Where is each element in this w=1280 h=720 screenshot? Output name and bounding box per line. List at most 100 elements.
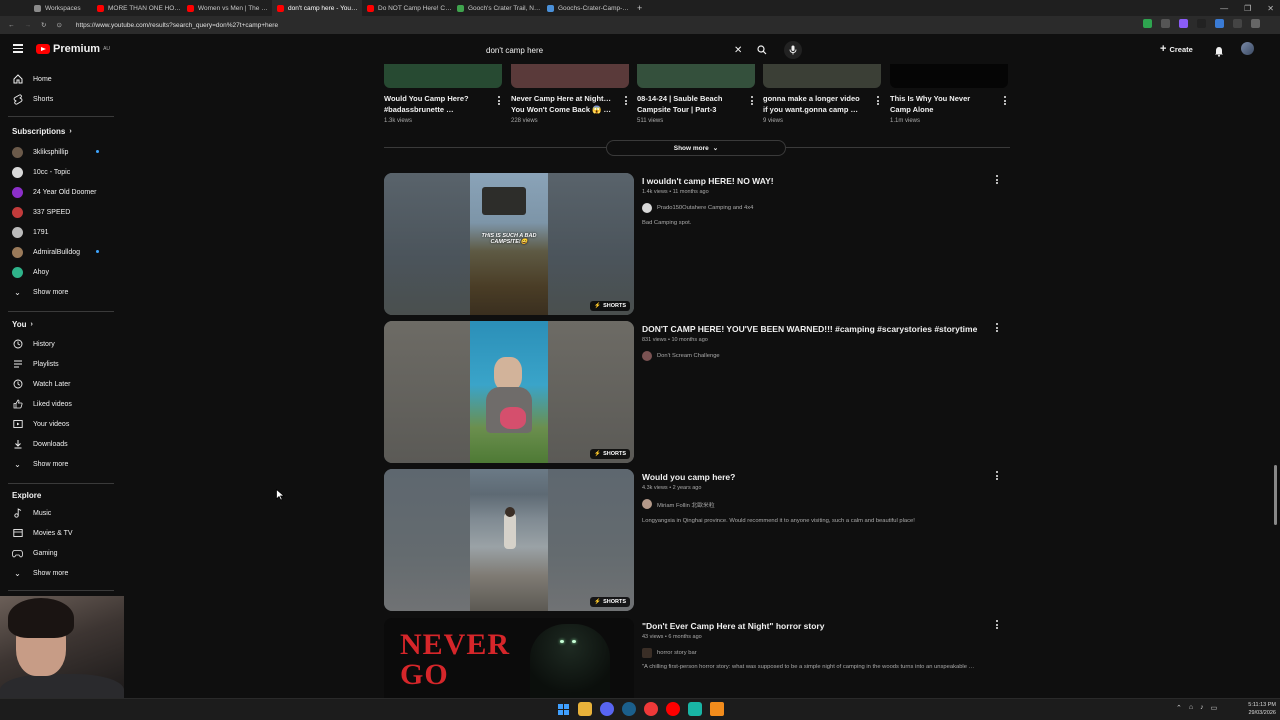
sidebar-subs-show-more[interactable]: ⌄ Show more	[0, 283, 118, 301]
more-options-icon[interactable]	[994, 471, 1000, 480]
sidebar-item-subscription[interactable]: 337 SPEED	[0, 203, 118, 221]
tray-overflow-icon[interactable]: ⌃	[1176, 704, 1182, 712]
video-title[interactable]: DON'T CAMP HERE! YOU'VE BEEN WARNED!!! #…	[642, 324, 992, 334]
sidebar-item-playlists[interactable]: Playlists	[0, 355, 118, 373]
sidebar-item-subscription[interactable]: 3kliksphillip	[0, 143, 118, 161]
video-thumbnail[interactable]: THIS IS SUCH A BAD CAMPSITE!😄 ⚡ SHORTS	[384, 173, 634, 315]
short-card[interactable]: 08-14-24 | Sauble Beach Campsite Tour | P…	[637, 64, 755, 134]
file-explorer-icon[interactable]	[578, 702, 592, 716]
short-card[interactable]: This Is Why You Never Camp Alone 1.1m vie…	[890, 64, 1008, 134]
url-field[interactable]: https://www.youtube.com/results?search_q…	[76, 22, 278, 29]
tab-youtube-1[interactable]: MORE THAN ONE HO…	[92, 0, 182, 16]
short-card[interactable]: Never Camp Here at Night… You Won't Come …	[511, 64, 629, 134]
short-card[interactable]: gonna make a longer video if you want.gon…	[763, 64, 881, 134]
forward-icon[interactable]: →	[25, 22, 32, 29]
sidebar-item-watch-later[interactable]: Watch Later	[0, 375, 118, 393]
more-options-icon[interactable]	[994, 323, 1000, 332]
tab-youtube-2[interactable]: Women vs Men | The …	[182, 0, 272, 16]
app-icon[interactable]	[688, 702, 702, 716]
steam-icon[interactable]	[622, 702, 636, 716]
sidebar-item-subscription[interactable]: 10cc - Topic	[0, 163, 118, 181]
search-button[interactable]	[753, 41, 771, 59]
short-title[interactable]: Would You Camp Here? #badassbrunette …	[384, 94, 488, 115]
short-title[interactable]: 08-14-24 | Sauble Beach Campsite Tour | P…	[637, 94, 741, 115]
tab-camp-site[interactable]: Goochs-Crater-Camp-…	[542, 0, 632, 16]
vivaldi-browser-icon[interactable]	[644, 702, 658, 716]
more-options-icon[interactable]	[875, 96, 881, 105]
windows-start-icon[interactable]	[556, 702, 570, 716]
sidebar-item-subscription[interactable]: 24 Year Old Doomer	[0, 183, 118, 201]
short-card[interactable]: Would You Camp Here? #badassbrunette … 1.…	[384, 64, 502, 134]
discord-icon[interactable]	[600, 702, 614, 716]
you-heading[interactable]: You ›	[12, 320, 33, 329]
site-info-icon[interactable]: ⊙	[56, 21, 61, 29]
sidebar-explore-show-more[interactable]: ⌄ Show more	[0, 564, 118, 582]
network-icon[interactable]: ⌂	[1189, 704, 1193, 712]
short-thumbnail[interactable]	[890, 64, 1008, 88]
sidebar-item-liked-videos[interactable]: Liked videos	[0, 395, 118, 413]
vlc-icon[interactable]	[710, 702, 724, 716]
sidebar-item-subscription[interactable]: 1791	[0, 223, 118, 241]
channel-link[interactable]: horror story bar	[642, 648, 697, 658]
reload-icon[interactable]: ↻	[41, 21, 46, 29]
sidebar-item-subscription[interactable]: Ahoy	[0, 263, 118, 281]
tab-youtube-4[interactable]: Do NOT Camp Here! C…	[362, 0, 452, 16]
more-options-icon[interactable]	[496, 96, 502, 105]
search-input[interactable]: don't camp here	[478, 46, 734, 55]
more-options-icon[interactable]	[1002, 96, 1008, 105]
voice-search-button[interactable]	[784, 41, 802, 59]
new-tab-button[interactable]: +	[632, 0, 652, 16]
sidebar-item-your-videos[interactable]: Your videos	[0, 415, 118, 433]
video-thumbnail[interactable]: ⚡ SHORTS	[384, 469, 634, 611]
extension-icon[interactable]	[1161, 19, 1170, 28]
taskbar-clock[interactable]: 5:11:13 PM 29/03/2026	[1236, 702, 1276, 717]
sidebar-item-home[interactable]: Home	[0, 70, 118, 88]
sidebar-item-movies-tv[interactable]: Movies & TV	[0, 524, 118, 542]
subscriptions-heading[interactable]: Subscriptions ›	[12, 127, 72, 136]
back-icon[interactable]: ←	[8, 22, 15, 29]
extension-icon[interactable]	[1179, 19, 1188, 28]
close-window-icon[interactable]: ✕	[1267, 4, 1274, 13]
clear-search-icon[interactable]: ✕	[734, 45, 748, 56]
short-thumbnail[interactable]	[637, 64, 755, 88]
short-thumbnail[interactable]	[384, 64, 502, 88]
tab-youtube-active[interactable]: don't camp here - You…	[272, 0, 362, 16]
battery-icon[interactable]: ▭	[1211, 704, 1218, 712]
more-options-icon[interactable]	[994, 175, 1000, 184]
menu-icon[interactable]	[13, 44, 23, 53]
account-avatar[interactable]	[1241, 42, 1254, 55]
video-thumbnail[interactable]: NEVER GO	[384, 618, 634, 700]
short-title[interactable]: gonna make a longer video if you want.gon…	[763, 94, 867, 115]
extension-icon[interactable]	[1143, 19, 1152, 28]
sidebar-item-history[interactable]: History	[0, 335, 118, 353]
sidebar-item-music[interactable]: Music	[0, 504, 118, 522]
extension-icon[interactable]	[1251, 19, 1260, 28]
extension-icon[interactable]	[1197, 19, 1206, 28]
extension-icon[interactable]	[1233, 19, 1242, 28]
short-title[interactable]: Never Camp Here at Night… You Won't Come …	[511, 94, 615, 115]
tab-workspaces[interactable]: Workspaces	[0, 0, 92, 16]
sidebar-item-downloads[interactable]: Downloads	[0, 435, 118, 453]
youtube-app-icon[interactable]	[666, 702, 680, 716]
maximize-icon[interactable]: ❐	[1244, 4, 1251, 13]
show-more-button[interactable]: Show more ⌄	[606, 140, 786, 156]
notifications-bell-icon[interactable]	[1214, 44, 1224, 62]
more-options-icon[interactable]	[749, 96, 755, 105]
youtube-logo[interactable]: Premium AU	[36, 43, 110, 55]
video-title[interactable]: Would you camp here?	[642, 472, 992, 482]
short-thumbnail[interactable]	[763, 64, 881, 88]
short-title[interactable]: This Is Why You Never Camp Alone	[890, 94, 994, 115]
sidebar-item-gaming[interactable]: Gaming	[0, 544, 118, 562]
tab-alltrails[interactable]: Gooch's Crater Trail, N…	[452, 0, 542, 16]
extension-icon[interactable]	[1215, 19, 1224, 28]
sidebar-item-subscription[interactable]: AdmiralBulldog	[0, 243, 118, 261]
more-options-icon[interactable]	[623, 96, 629, 105]
page-scrollbar[interactable]	[1272, 40, 1278, 700]
video-title[interactable]: "Don't Ever Camp Here at Night" horror s…	[642, 621, 992, 631]
more-options-icon[interactable]	[994, 620, 1000, 629]
short-thumbnail[interactable]	[511, 64, 629, 88]
create-button[interactable]: + Create	[1160, 43, 1193, 55]
volume-icon[interactable]: ♪	[1200, 704, 1204, 712]
sidebar-item-shorts[interactable]: Shorts	[0, 90, 118, 108]
minimize-icon[interactable]: —	[1220, 4, 1228, 13]
